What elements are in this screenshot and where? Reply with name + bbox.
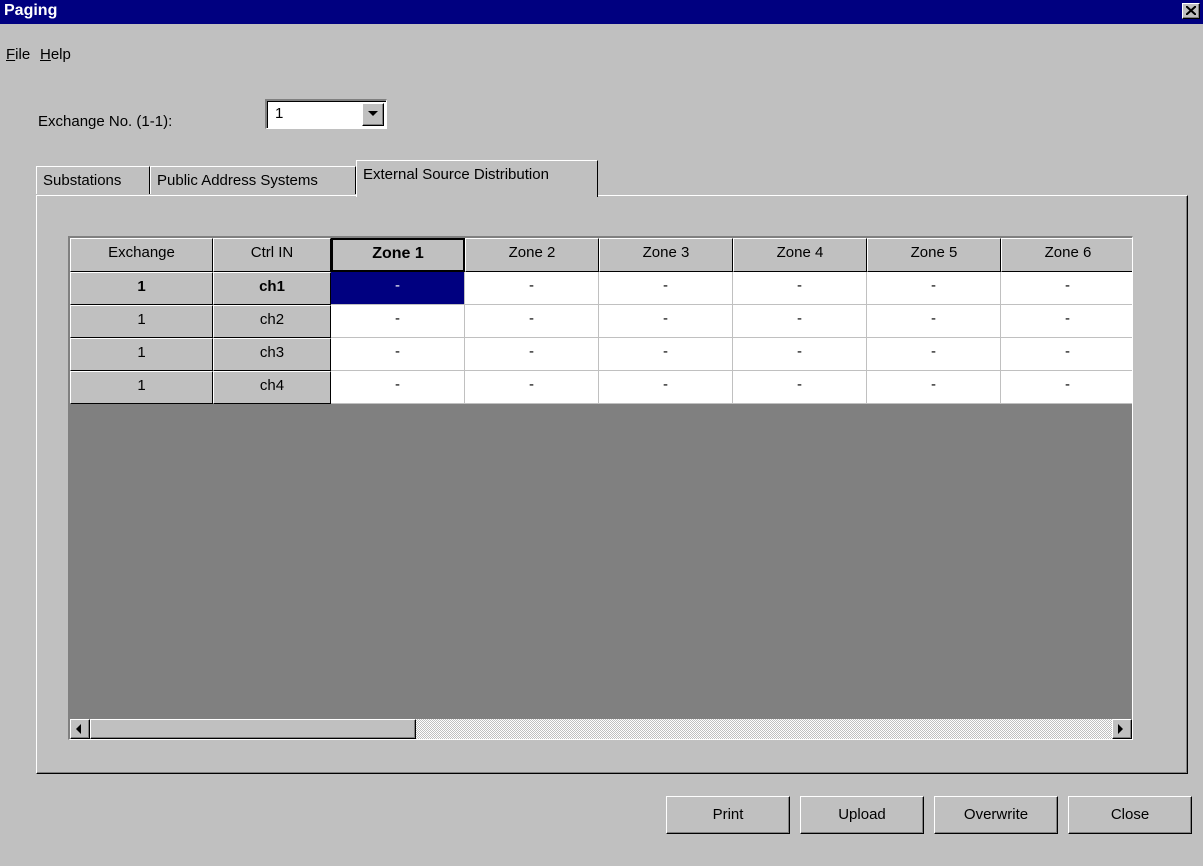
tab-public-address-label: Public Address Systems bbox=[157, 172, 318, 189]
overwrite-button[interactable]: Overwrite bbox=[934, 796, 1058, 834]
close-icon bbox=[1186, 6, 1196, 15]
row-header-cell[interactable]: 1 bbox=[70, 371, 213, 404]
exchange-value: 1 bbox=[275, 105, 284, 122]
window-title: Paging bbox=[4, 2, 58, 19]
row-header-cell[interactable]: ch4 bbox=[213, 371, 331, 404]
table-cell[interactable]: - bbox=[599, 272, 733, 305]
column-header[interactable]: Zone 5 bbox=[867, 238, 1001, 272]
row-header-cell[interactable]: ch2 bbox=[213, 305, 331, 338]
menu-help[interactable]: Help bbox=[40, 46, 71, 63]
row-header-cell[interactable]: 1 bbox=[70, 305, 213, 338]
column-header[interactable]: Zone 3 bbox=[599, 238, 733, 272]
distribution-grid[interactable]: Exchange Ctrl IN Zone 1 Zone 2 Zone 3 Zone 4Z… bbox=[68, 236, 1133, 740]
scroll-right-button[interactable] bbox=[1112, 719, 1132, 739]
column-header[interactable]: Zone 6 bbox=[1001, 238, 1132, 272]
table-cell[interactable]: - bbox=[465, 305, 599, 338]
table-cell[interactable]: - bbox=[599, 305, 733, 338]
scroll-left-button[interactable] bbox=[70, 719, 90, 739]
row-header-cell[interactable]: 1 bbox=[70, 338, 213, 371]
table-cell[interactable]: - bbox=[465, 272, 599, 305]
scroll-thumb[interactable] bbox=[90, 719, 416, 739]
menu-file-accel: F bbox=[6, 46, 16, 63]
table-cell[interactable]: - bbox=[1001, 371, 1132, 404]
row-header-cell[interactable]: ch1 bbox=[213, 272, 331, 305]
table-cell[interactable]: - bbox=[599, 338, 733, 371]
menu-help-accel: H bbox=[40, 46, 51, 63]
table-cell[interactable]: - bbox=[1001, 338, 1132, 371]
table-cell[interactable]: - bbox=[1001, 272, 1132, 305]
tab-external-source-label: External Source Distribution bbox=[363, 166, 549, 183]
table-cell[interactable]: - bbox=[733, 305, 867, 338]
table-cell[interactable]: - bbox=[331, 338, 465, 371]
column-header[interactable]: Exchange bbox=[70, 238, 213, 272]
table-cell[interactable]: - bbox=[1001, 305, 1132, 338]
window-close-button[interactable] bbox=[1182, 3, 1200, 19]
upload-button[interactable]: Upload bbox=[800, 796, 924, 834]
horizontal-scrollbar[interactable] bbox=[70, 719, 1132, 739]
table-cell[interactable]: - bbox=[465, 371, 599, 404]
column-header[interactable]: Zone 2 bbox=[465, 238, 599, 272]
menu-file-label: ile bbox=[15, 46, 31, 63]
row-header-cell[interactable]: ch3 bbox=[213, 338, 331, 371]
print-button[interactable]: Print bbox=[666, 796, 790, 834]
table-cell[interactable]: - bbox=[733, 338, 867, 371]
title-bar: Paging bbox=[0, 0, 1203, 24]
table-cell[interactable]: - bbox=[465, 338, 599, 371]
row-header-cell[interactable]: 1 bbox=[70, 272, 213, 305]
table-cell[interactable]: - bbox=[331, 371, 465, 404]
tab-substations[interactable]: Substations bbox=[36, 166, 150, 194]
table-cell[interactable]: - bbox=[331, 305, 465, 338]
table-cell[interactable]: - bbox=[867, 371, 1001, 404]
column-header[interactable]: Ctrl IN bbox=[213, 238, 331, 272]
tab-external-source-distribution[interactable]: External Source Distribution bbox=[356, 160, 598, 197]
column-header[interactable]: Zone 1 bbox=[331, 238, 465, 272]
chevron-down-icon bbox=[368, 111, 378, 116]
table-cell[interactable]: - bbox=[867, 338, 1001, 371]
table-cell[interactable]: - bbox=[599, 371, 733, 404]
menu-help-label: elp bbox=[50, 46, 71, 63]
column-header[interactable]: Zone 4 bbox=[733, 238, 867, 272]
table-cell[interactable]: - bbox=[867, 305, 1001, 338]
exchange-dropdown-button[interactable] bbox=[362, 103, 384, 126]
arrow-left-icon bbox=[76, 724, 81, 734]
tab-substations-label: Substations bbox=[43, 172, 122, 189]
exchange-label: Exchange No. (1-1): bbox=[38, 113, 173, 130]
table-cell[interactable]: - bbox=[733, 371, 867, 404]
table-cell[interactable]: - bbox=[331, 272, 465, 305]
close-button[interactable]: Close bbox=[1068, 796, 1192, 834]
table-cell[interactable]: - bbox=[733, 272, 867, 305]
tab-public-address-systems[interactable]: Public Address Systems bbox=[150, 166, 356, 194]
exchange-select[interactable]: 1 bbox=[265, 99, 387, 129]
table-cell[interactable]: - bbox=[867, 272, 1001, 305]
menu-file[interactable]: File bbox=[6, 46, 30, 63]
arrow-right-icon bbox=[1118, 724, 1123, 734]
